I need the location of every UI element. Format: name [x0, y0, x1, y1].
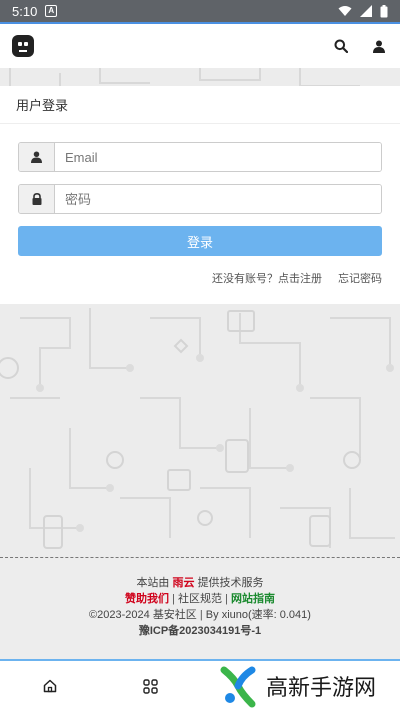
watermark-logo-icon [217, 665, 259, 708]
footer-line-hosting: 本站由 雨云 提供技术服务 [0, 575, 400, 591]
robot-logo-icon[interactable] [12, 35, 34, 57]
footer-separator: | [199, 609, 203, 621]
dashed-divider [0, 557, 400, 558]
status-time: 5:10 [12, 3, 38, 19]
notification-icon: A [45, 5, 58, 17]
sponsor-link[interactable]: 赞助我们 [125, 593, 169, 605]
footer-line-copyright: ©2023-2024 基安社区 | By xiuno(速率: 0.041) [0, 607, 400, 623]
footer-line-links: 赞助我们 | 社区规范 | 网站指南 [0, 591, 400, 607]
register-link[interactable]: 还没有账号？点击注册 [212, 270, 322, 286]
login-links: 还没有账号？点击注册 忘记密码 [212, 270, 382, 286]
search-icon[interactable] [332, 37, 350, 55]
footer-powered-by: By xiuno(速率: 0.041) [205, 609, 311, 621]
login-card-title: 用户登录 [0, 86, 400, 124]
grid-icon[interactable] [141, 677, 159, 695]
lock-icon [19, 185, 55, 213]
login-button[interactable]: 登录 [18, 226, 382, 256]
signal-icon [360, 5, 372, 17]
footer-hosting-prefix: 本站由 [136, 577, 170, 589]
footer-hosting-brand-link[interactable]: 雨云 [173, 577, 195, 589]
password-field[interactable] [55, 185, 381, 213]
email-field[interactable] [55, 143, 381, 171]
user-icon [19, 143, 55, 171]
battery-icon [380, 4, 388, 17]
status-icons [338, 4, 388, 18]
email-input-group [18, 142, 382, 172]
forgot-password-link[interactable]: 忘记密码 [338, 270, 382, 286]
footer-hosting-suffix: 提供技术服务 [197, 577, 264, 589]
site-guide-link[interactable]: 网站指南 [231, 593, 275, 605]
footer-separator: | [172, 593, 175, 605]
top-nav [0, 24, 400, 68]
status-bar: 5:10 A [0, 0, 400, 22]
site-footer: 本站由 雨云 提供技术服务 赞助我们 | 社区规范 | 网站指南 ©2023-2… [0, 575, 400, 639]
password-input-group [18, 184, 382, 214]
footer-separator: | [225, 593, 228, 605]
watermark: 高新手游网 [216, 661, 400, 711]
footer-icp[interactable]: 豫ICP备2023034191号-1 [0, 623, 400, 639]
login-card: 用户登录 登录 还没有账号？点击注册 忘记密码 [0, 86, 400, 304]
user-icon[interactable] [370, 37, 388, 55]
home-icon[interactable] [41, 677, 59, 695]
watermark-text: 高新手游网 [266, 676, 377, 701]
community-rules-link[interactable]: 社区规范 [178, 593, 222, 605]
footer-copyright: ©2023-2024 基安社区 [89, 609, 197, 621]
wifi-icon [338, 6, 352, 16]
